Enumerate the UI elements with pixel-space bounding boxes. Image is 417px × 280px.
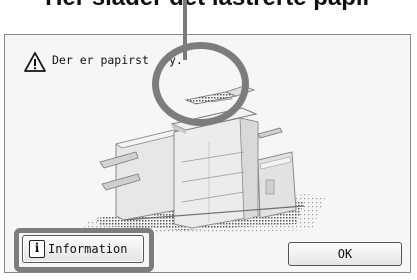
side-output-tray — [257, 127, 283, 139]
message-text: Der er papirst — [52, 53, 149, 67]
information-button-label: Information — [48, 242, 128, 256]
information-button[interactable]: Information — [22, 235, 144, 263]
info-icon — [29, 240, 45, 258]
instruction-banner: Hér sláder det lastrerte papir — [0, 0, 417, 30]
warning-triangle-icon — [24, 52, 46, 72]
instruction-text: Hér sláder det lastrerte papir — [0, 0, 417, 12]
ok-button-label: OK — [337, 247, 353, 261]
callout-circle — [152, 42, 249, 126]
ok-button[interactable]: OK — [288, 242, 402, 266]
